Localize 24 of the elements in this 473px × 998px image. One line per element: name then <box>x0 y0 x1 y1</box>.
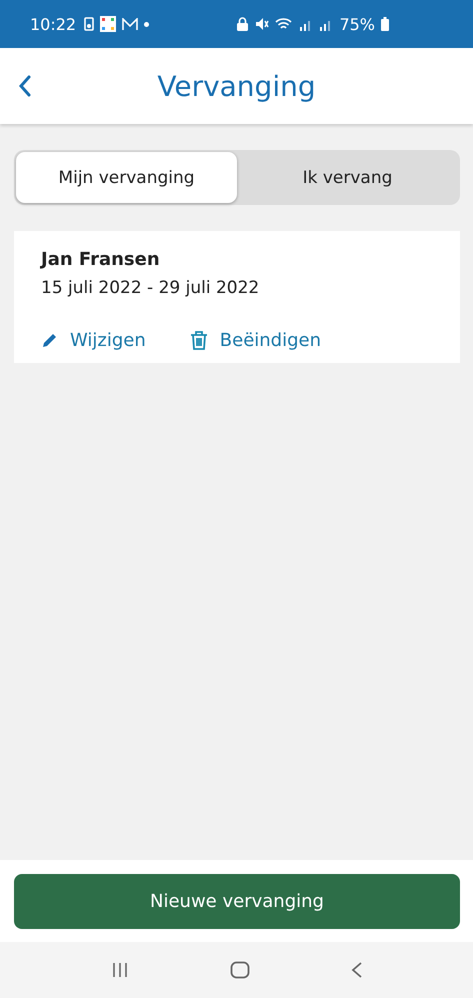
new-replacement-button[interactable]: Nieuwe vervanging <box>14 874 460 928</box>
date-range: 15 juli 2022 - 29 juli 2022 <box>41 278 260 298</box>
action-link[interactable]: Wijzigen <box>70 330 146 351</box>
status-time: 10:22 <box>30 14 76 34</box>
lock-icon <box>236 17 250 31</box>
tab[interactable]: Mijn vervanging <box>16 152 237 203</box>
recent-apps-icon[interactable] <box>110 962 128 978</box>
mail-icon <box>122 18 138 30</box>
battery-percentage: 75% <box>339 14 375 34</box>
app-icon <box>100 16 116 32</box>
back-icon[interactable] <box>350 961 362 979</box>
notification-dot-icon <box>144 22 150 26</box>
mute-icon <box>255 17 270 31</box>
battery-icon <box>381 17 389 31</box>
trash-icon <box>190 331 208 350</box>
action-link[interactable]: Beëindigen <box>220 330 322 351</box>
home-icon[interactable] <box>230 961 250 979</box>
back-icon[interactable] <box>18 75 32 97</box>
wifi-icon <box>275 17 294 31</box>
page-title: Vervanging <box>157 70 316 102</box>
pencil-icon <box>41 332 58 349</box>
tab[interactable]: Ik vervang <box>237 152 458 203</box>
speaker-icon <box>84 17 94 31</box>
person-name: Jan Fransen <box>41 249 161 270</box>
